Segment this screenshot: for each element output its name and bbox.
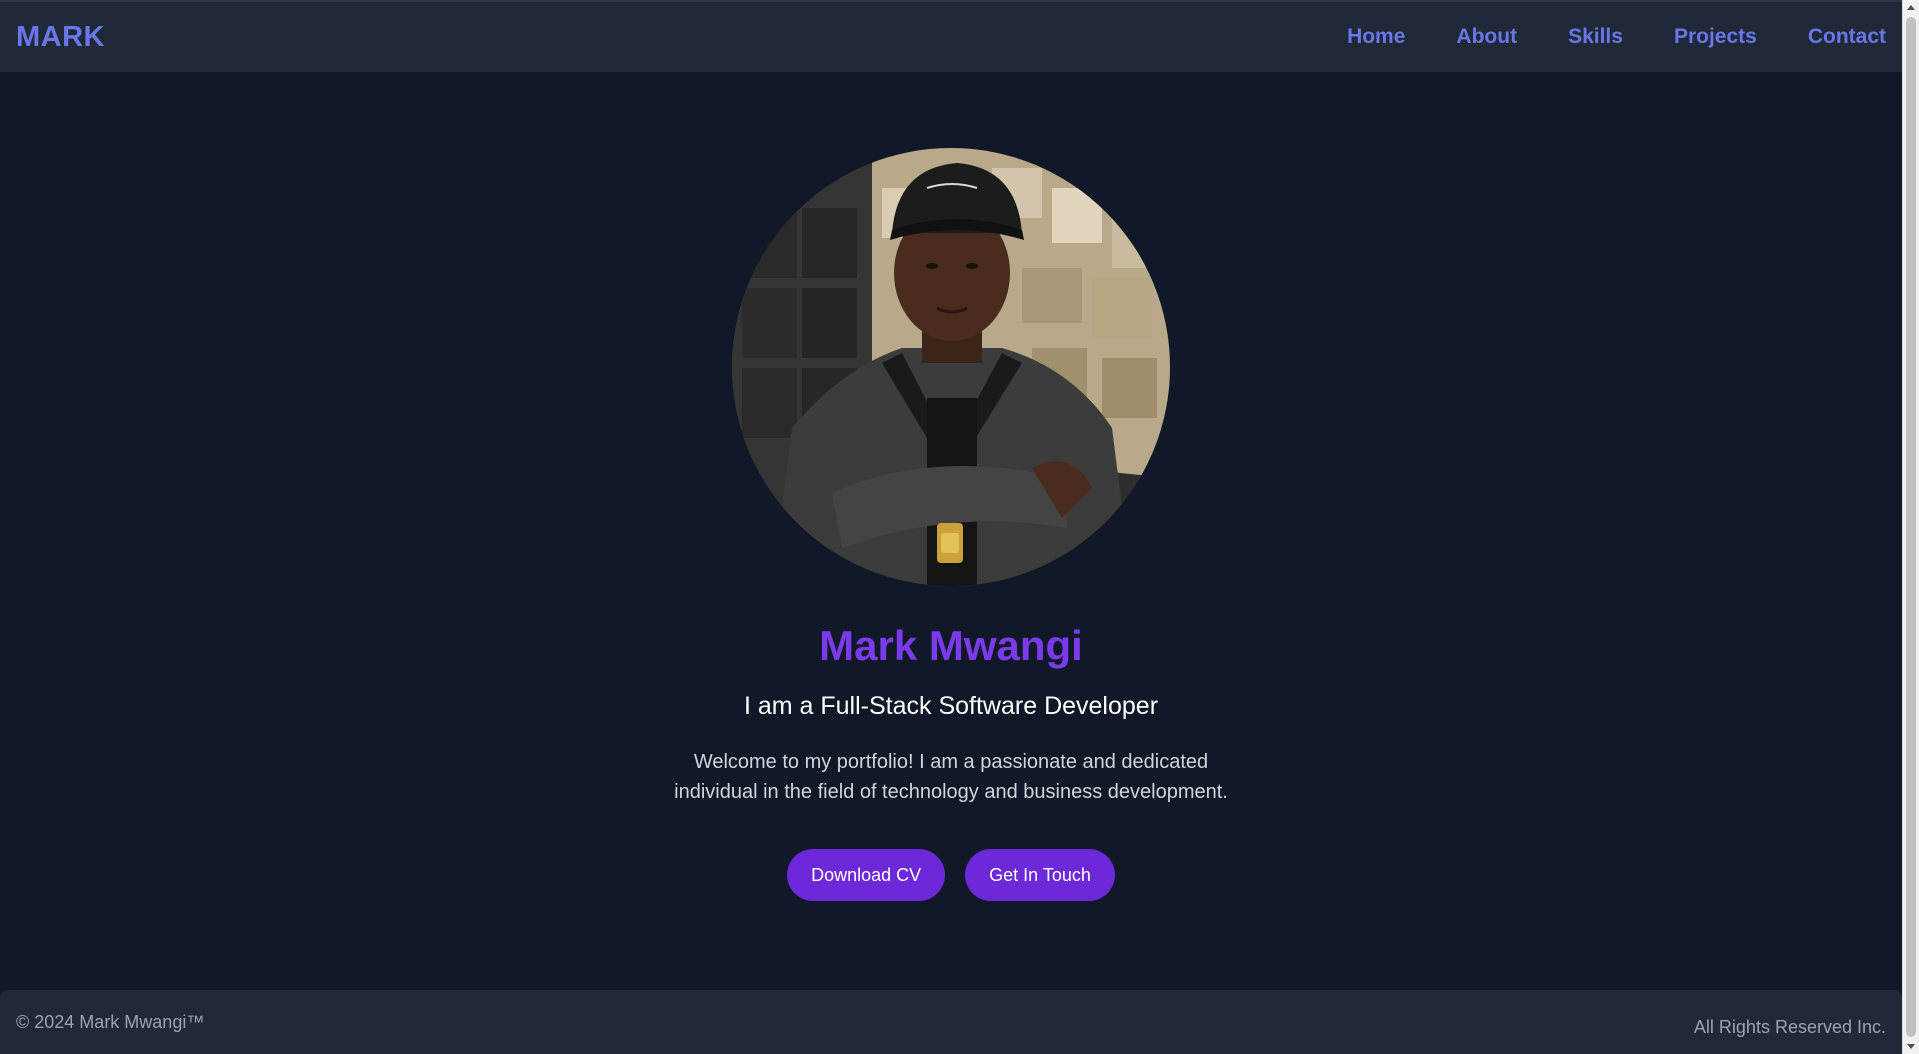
nav-links: Home About Skills Projects Contact <box>1347 25 1886 49</box>
hero-actions: Download CV Get In Touch <box>787 849 1115 901</box>
nav-link-about[interactable]: About <box>1456 25 1517 49</box>
scroll-down-icon[interactable] <box>1907 1044 1915 1049</box>
nav-link-skills[interactable]: Skills <box>1568 25 1623 49</box>
vertical-scrollbar[interactable] <box>1902 0 1919 1054</box>
download-cv-button[interactable]: Download CV <box>787 849 946 901</box>
top-navbar: MARK Home About Skills Projects Contact <box>0 0 1902 72</box>
scrollbar-thumb[interactable] <box>1906 17 1916 1037</box>
footer-copyright: © 2024 Mark Mwangi™ <box>16 1012 205 1032</box>
scroll-up-icon[interactable] <box>1907 5 1915 10</box>
nav-link-contact[interactable]: Contact <box>1808 25 1886 49</box>
avatar <box>732 148 1170 586</box>
portrait-image <box>732 148 1170 586</box>
get-in-touch-button[interactable]: Get In Touch <box>965 849 1115 901</box>
nav-link-home[interactable]: Home <box>1347 25 1405 49</box>
hero-subtitle: I am a Full-Stack Software Developer <box>743 692 1159 720</box>
hero-section: Mark Mwangi I am a Full-Stack Software D… <box>0 72 1902 990</box>
nav-link-projects[interactable]: Projects <box>1674 25 1757 49</box>
footer-rights: All Rights Reserved Inc. <box>1693 1017 1886 1037</box>
brand-logo[interactable]: MARK <box>16 21 105 54</box>
footer: © 2024 Mark Mwangi™ All Rights Reserved … <box>0 990 1902 1054</box>
hero-name: Mark Mwangi <box>819 622 1083 669</box>
portfolio-page: MARK Home About Skills Projects Contact <box>0 0 1919 1054</box>
hero-intro: Welcome to my portfolio! I am a passiona… <box>674 751 1228 803</box>
